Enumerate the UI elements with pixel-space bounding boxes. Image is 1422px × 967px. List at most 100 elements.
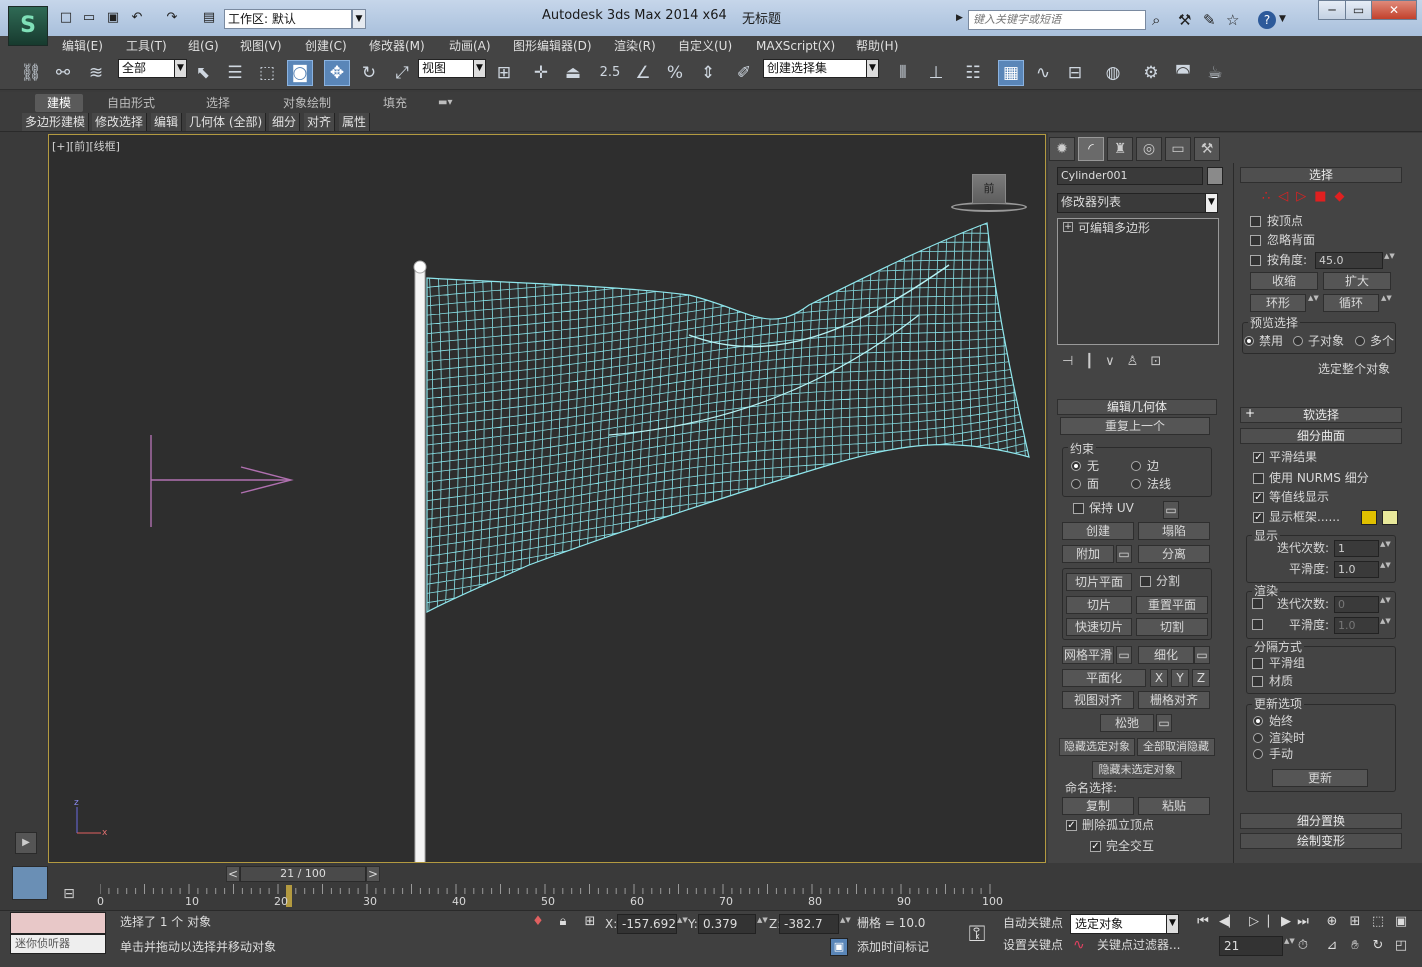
x-coord-field[interactable]: -157.692 xyxy=(617,914,677,934)
favorites-icon[interactable]: ☆ xyxy=(1226,11,1239,29)
iterations-spinner[interactable]: 1 xyxy=(1334,540,1379,557)
object-color-swatch[interactable] xyxy=(1207,167,1223,185)
communication-icon[interactable]: ✎ xyxy=(1203,11,1216,29)
key-mode-select[interactable]: 选定对象 xyxy=(1070,914,1167,934)
planar-y-button[interactable]: Y xyxy=(1171,669,1189,687)
rollout-selection[interactable]: 选择 xyxy=(1240,167,1402,183)
menu-rendering[interactable]: 渲染(R) xyxy=(614,36,656,56)
subobject-level-icons[interactable]: ∴◁▷■◆ xyxy=(1262,189,1353,204)
goto-start-icon[interactable]: ⏮ xyxy=(1193,912,1213,932)
keyboard-shortcut-icon[interactable]: ⏏ xyxy=(560,60,586,86)
angle-spinner[interactable]: 45.0 xyxy=(1315,252,1383,269)
tessellate-button[interactable]: 细化 xyxy=(1138,646,1194,664)
cut-button[interactable]: 切割 xyxy=(1136,618,1208,636)
menu-customize[interactable]: 自定义(U) xyxy=(678,36,732,56)
viewport-label[interactable]: [+][前][线框] xyxy=(52,138,120,154)
create-tab-icon[interactable]: ✹ xyxy=(1049,137,1075,161)
detach-button[interactable]: 分离 xyxy=(1138,545,1210,563)
show-cage-checkbox[interactable]: ✓ xyxy=(1253,512,1264,523)
smoothness-arrows-icon[interactable]: ▲▼ xyxy=(1380,561,1391,578)
hierarchy-tab-icon[interactable]: ♜ xyxy=(1107,137,1133,161)
nurms-checkbox[interactable] xyxy=(1253,473,1264,484)
collapse-button[interactable]: 塌陷 xyxy=(1138,522,1210,540)
render-smooth-spinner[interactable]: 1.0 xyxy=(1334,617,1379,634)
maximize-viewport-icon[interactable]: ◰ xyxy=(1391,936,1411,956)
constraint-edge-radio[interactable] xyxy=(1131,461,1141,471)
viewcube[interactable]: 前 xyxy=(972,174,1006,204)
workspace-select[interactable]: 工作区: 默认 xyxy=(224,9,352,29)
select-manipulate-icon[interactable]: ✛ xyxy=(528,60,554,86)
key-filters-button[interactable]: 关键点过滤器... xyxy=(1093,936,1185,956)
isolate-icon[interactable]: ♦ xyxy=(528,912,548,932)
isoline-checkbox[interactable]: ✓ xyxy=(1253,492,1264,503)
ribbon-properties[interactable]: 属性 xyxy=(339,113,371,131)
time-slider-thumb[interactable]: 21 / 100 xyxy=(240,866,366,882)
stack-tools-icons[interactable]: ⊣┃∨♙⊡ xyxy=(1062,354,1173,370)
zoom-extents-icon[interactable]: ⬚ xyxy=(1368,912,1388,932)
ignore-backfacing-checkbox[interactable] xyxy=(1250,235,1261,246)
modifier-list-dropdown-icon[interactable]: ▼ xyxy=(1205,193,1218,213)
menu-edit[interactable]: 编辑(E) xyxy=(62,36,103,56)
app-logo-icon[interactable]: S xyxy=(8,6,48,46)
ribbon-tab-modeling[interactable]: 建模 xyxy=(35,94,84,112)
ribbon-tab-freeform[interactable]: 自由形式 xyxy=(107,94,155,112)
mirror-icon[interactable]: ⫴ xyxy=(890,60,916,86)
zoom-all-icon[interactable]: ⊞ xyxy=(1345,912,1365,932)
smoothness-spinner[interactable]: 1.0 xyxy=(1334,561,1379,578)
ribbon-tab-selection[interactable]: 选择 xyxy=(206,94,230,112)
menu-create[interactable]: 创建(C) xyxy=(305,36,347,56)
menu-group[interactable]: 组(G) xyxy=(188,36,219,56)
menu-animation[interactable]: 动画(A) xyxy=(449,36,491,56)
make-planar-button[interactable]: 平面化 xyxy=(1062,669,1146,687)
rollout-paint-deformation[interactable]: 绘制变形 xyxy=(1240,833,1402,849)
new-file-icon[interactable]: □ xyxy=(57,9,75,27)
pivot-center-icon[interactable]: ⊞ xyxy=(491,60,517,86)
rect-selection-icon[interactable]: ⬚ xyxy=(254,60,280,86)
cage-color-2-swatch[interactable] xyxy=(1382,510,1398,525)
named-selection-select[interactable]: 创建选择集 xyxy=(763,59,867,78)
help-icon[interactable]: ? xyxy=(1258,11,1276,29)
copy-button[interactable]: 复制 xyxy=(1062,797,1134,815)
constraint-face-radio[interactable] xyxy=(1071,479,1081,489)
utilities-tab-icon[interactable]: ⚒ xyxy=(1194,137,1220,161)
menu-maxscript[interactable]: MAXScript(X) xyxy=(756,36,835,56)
by-angle-checkbox[interactable] xyxy=(1250,255,1261,266)
material-editor-icon[interactable]: ◍ xyxy=(1100,60,1126,86)
schematic-view-icon[interactable]: ⊟ xyxy=(1062,60,1088,86)
unhide-all-button[interactable]: 全部取消隐藏 xyxy=(1137,738,1215,756)
snap-toggle-icon[interactable]: 2.5 xyxy=(597,60,623,86)
scene-svg[interactable]: z x xyxy=(49,135,1046,863)
rollout-soft-selection[interactable]: 软选择 xyxy=(1240,407,1402,423)
menu-modifiers[interactable]: 修改器(M) xyxy=(369,36,425,56)
key-filters-icon[interactable]: ∿ xyxy=(1073,937,1085,953)
scene-explorer-icon[interactable]: ▦ xyxy=(998,60,1024,86)
constraint-none-radio[interactable] xyxy=(1071,461,1081,471)
track-bar-toggle-icon[interactable]: ⊟ xyxy=(58,886,80,904)
render-setup-icon[interactable]: ⚙ xyxy=(1138,60,1164,86)
x-spinner-icon[interactable]: ▲▼ xyxy=(677,916,688,933)
workspace-dropdown-icon[interactable]: ▼ xyxy=(352,9,366,29)
iterations-arrows-icon[interactable]: ▲▼ xyxy=(1380,540,1391,557)
orbit-icon[interactable]: ↻ xyxy=(1368,936,1388,956)
time-tag-icon[interactable]: ▣ xyxy=(830,938,848,956)
viewport-thumbnail[interactable] xyxy=(12,866,48,900)
prev-key-icon[interactable]: ◀⎸ xyxy=(1219,912,1242,932)
select-object-icon[interactable]: ⬉ xyxy=(190,60,216,86)
stack-expand-icon[interactable]: + xyxy=(1063,222,1073,232)
open-file-icon[interactable]: ▭ xyxy=(80,9,98,27)
rollout-subdivision-surface[interactable]: 细分曲面 xyxy=(1240,428,1402,444)
preview-off-radio[interactable] xyxy=(1244,336,1254,346)
render-iter-checkbox[interactable] xyxy=(1252,598,1263,609)
slice-plane-button[interactable]: 切片平面 xyxy=(1066,573,1132,591)
modifier-list-select[interactable]: 修改器列表 xyxy=(1057,193,1207,213)
expand-viewport-icon[interactable]: ▶ xyxy=(15,832,37,854)
minimize-button[interactable]: ─ xyxy=(1318,0,1346,20)
next-key-icon[interactable]: ⎸▶ xyxy=(1268,912,1291,932)
search-expand-icon[interactable]: ▶ xyxy=(956,13,963,23)
full-interactivity-checkbox[interactable]: ✓ xyxy=(1090,841,1101,852)
save-file-icon[interactable]: ▣ xyxy=(104,9,122,27)
named-sel-dropdown-icon[interactable]: ▼ xyxy=(866,59,879,78)
hide-selected-button[interactable]: 隐藏选定对象 xyxy=(1059,738,1135,756)
play-icon[interactable]: ▷ xyxy=(1244,912,1264,932)
viewport-front[interactable]: z x xyxy=(48,134,1046,863)
